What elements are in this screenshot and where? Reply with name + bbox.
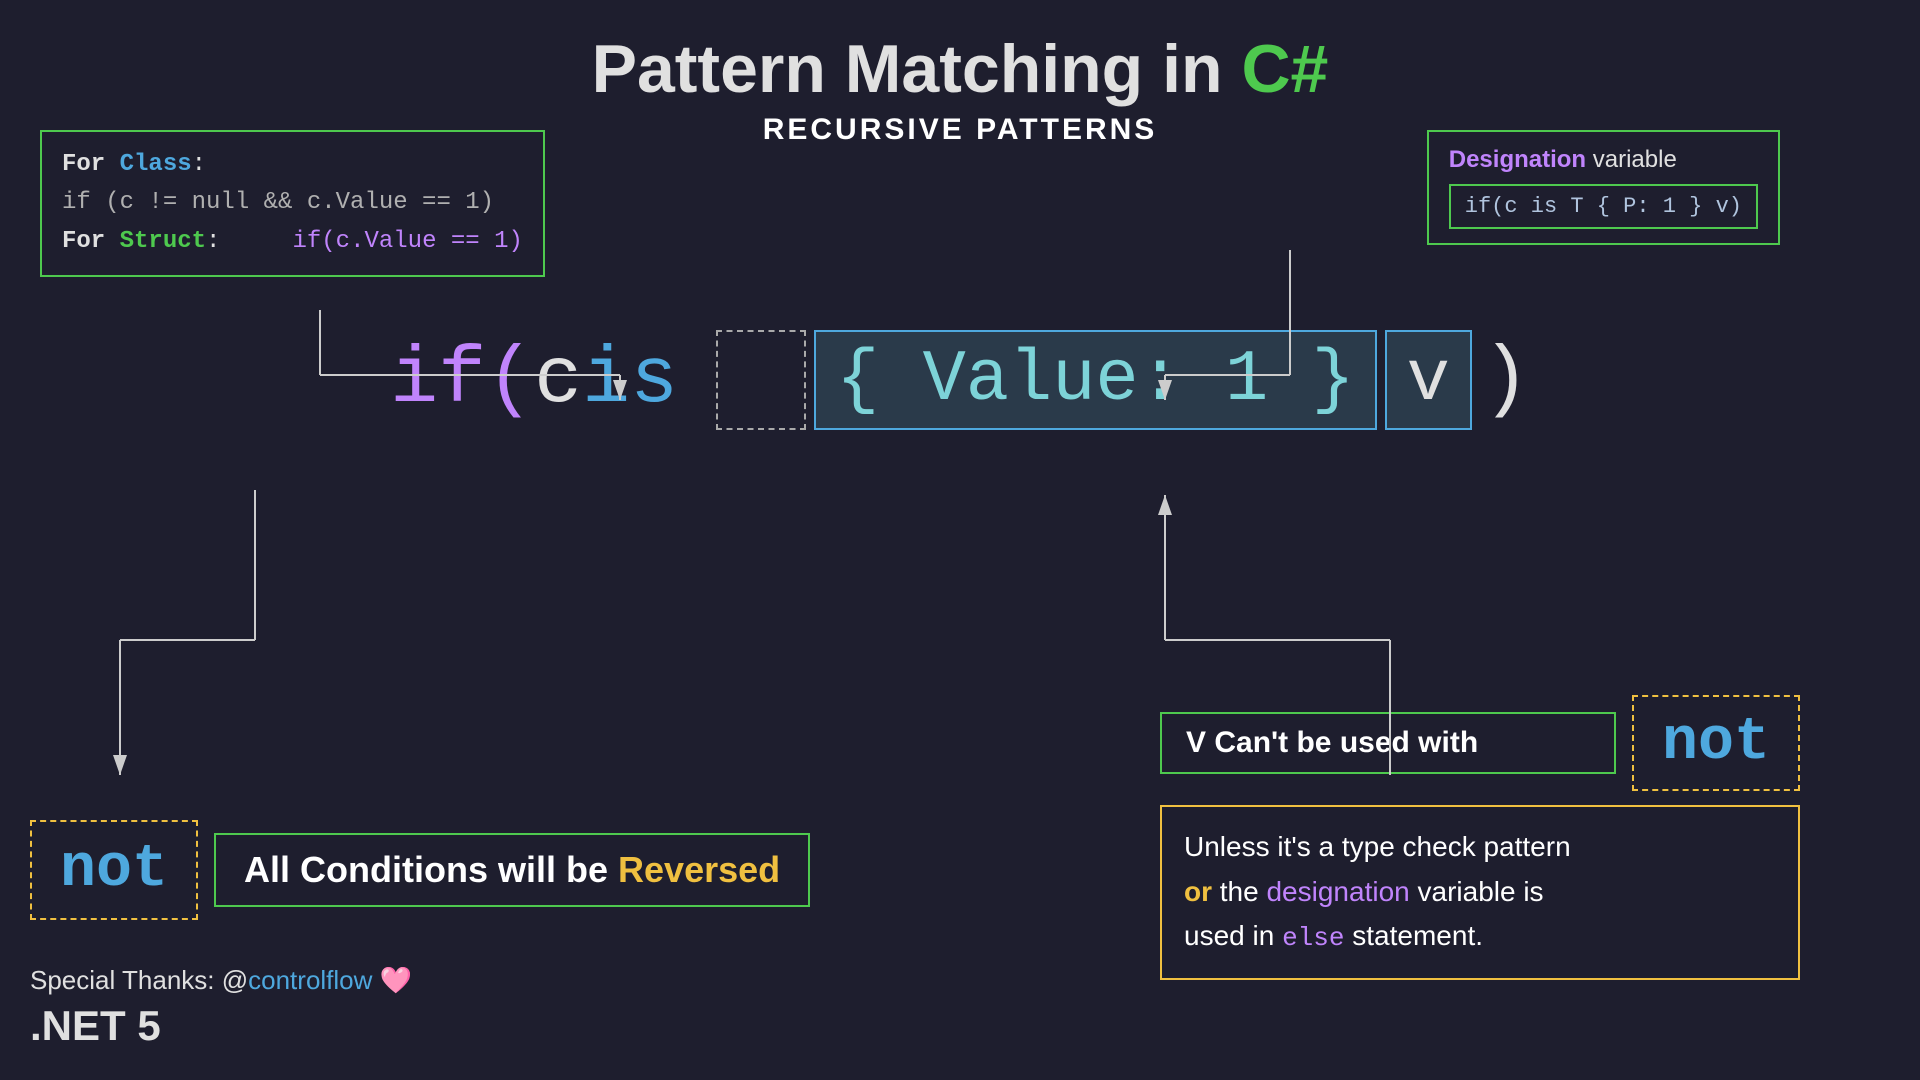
v-box: v xyxy=(1385,330,1472,430)
for-keyword2: For xyxy=(62,228,120,255)
struct-name: Struct xyxy=(120,228,206,255)
designation-label: Designation variable xyxy=(1449,146,1758,174)
for-struct-line: For Struct: if(c.Value == 1) xyxy=(62,223,523,261)
bottom-left: not All Conditions will be Reversed xyxy=(30,820,810,920)
main-title: Pattern Matching in C# xyxy=(0,30,1920,108)
title-text: Pattern Matching in xyxy=(592,31,1242,107)
if-class-code: if (c != null && c.Value == 1) xyxy=(62,184,523,222)
top-left-box: For Class: if (c != null && c.Value == 1… xyxy=(40,130,545,277)
unless-line4: used in xyxy=(1184,920,1282,951)
else-code: else xyxy=(1282,923,1344,953)
class-name: Class xyxy=(120,151,192,178)
if-struct-code: if(c.Value == 1) xyxy=(292,228,522,255)
title-area: Pattern Matching in C# RECURSIVE PATTERN… xyxy=(0,0,1920,147)
for-class-line: For Class: xyxy=(62,146,523,184)
designation-word: Designation xyxy=(1449,146,1586,173)
conditions-text: All Conditions will be Reversed xyxy=(244,849,780,890)
type-placeholder-box xyxy=(716,330,806,430)
unless-line2: the xyxy=(1212,876,1266,907)
colon2: : xyxy=(206,228,292,255)
main-code: if(c is { Value: 1 } v ) xyxy=(390,330,1530,430)
c-var: c xyxy=(534,335,582,426)
not-text-left: not xyxy=(60,836,168,904)
vcant-text: V Can't be used with xyxy=(1160,712,1616,774)
vcant-row: V Can't be used with not xyxy=(1160,695,1800,791)
designation-keyword: designation xyxy=(1266,876,1409,907)
if-class-code-text: if (c != null && c.Value == 1) xyxy=(62,189,494,216)
is-keyword: is xyxy=(582,335,678,426)
v-text: v xyxy=(1407,339,1450,421)
main-code-area: if(c is { Value: 1 } v ) xyxy=(0,330,1920,430)
space1 xyxy=(678,335,708,426)
footer: Special Thanks: @controlflow 🩷 .NET 5 xyxy=(30,965,412,1050)
csharp-text: C# xyxy=(1241,31,1328,107)
all-conditions-box: All Conditions will be Reversed xyxy=(214,833,810,907)
property-box: { Value: 1 } xyxy=(814,330,1376,430)
page: Pattern Matching in C# RECURSIVE PATTERN… xyxy=(0,0,1920,1080)
conditions-part1: All Conditions will be xyxy=(244,849,618,890)
reversed-text: Reversed xyxy=(618,849,780,890)
unless-text: Unless it's a type check pattern or the … xyxy=(1184,825,1776,960)
top-right-box: Designation variable if(c is T { P: 1 } … xyxy=(1427,130,1780,245)
thanks-text: Special Thanks: @controlflow 🩷 xyxy=(30,965,412,996)
designation-code: if(c is T { P: 1 } v) xyxy=(1465,194,1742,219)
unless-end: statement. xyxy=(1345,920,1484,951)
unless-line1: Unless it's a type check pattern xyxy=(1184,831,1571,862)
not-box-right: not xyxy=(1632,695,1800,791)
dotnet-version: .NET 5 xyxy=(30,1002,412,1050)
variable-word: variable xyxy=(1586,146,1677,173)
close-paren: ) xyxy=(1482,335,1530,426)
unless-box: Unless it's a type check pattern or the … xyxy=(1160,805,1800,980)
colon1: : xyxy=(192,151,206,178)
top-right-inner-box: if(c is T { P: 1 } v) xyxy=(1449,184,1758,229)
unless-line3: variable is xyxy=(1410,876,1544,907)
not-box-left: not xyxy=(30,820,198,920)
for-keyword: For xyxy=(62,151,120,178)
property-text: { Value: 1 } xyxy=(836,339,1354,421)
thanks-label: Special Thanks: @ xyxy=(30,965,248,995)
heart-icon: 🩷 xyxy=(380,965,412,995)
or-keyword: or xyxy=(1184,876,1212,907)
not-text-right: not xyxy=(1662,709,1770,777)
if-keyword: if( xyxy=(390,335,534,426)
controlflow-handle: controlflow xyxy=(248,965,372,995)
bottom-right: V Can't be used with not Unless it's a t… xyxy=(1160,695,1800,980)
